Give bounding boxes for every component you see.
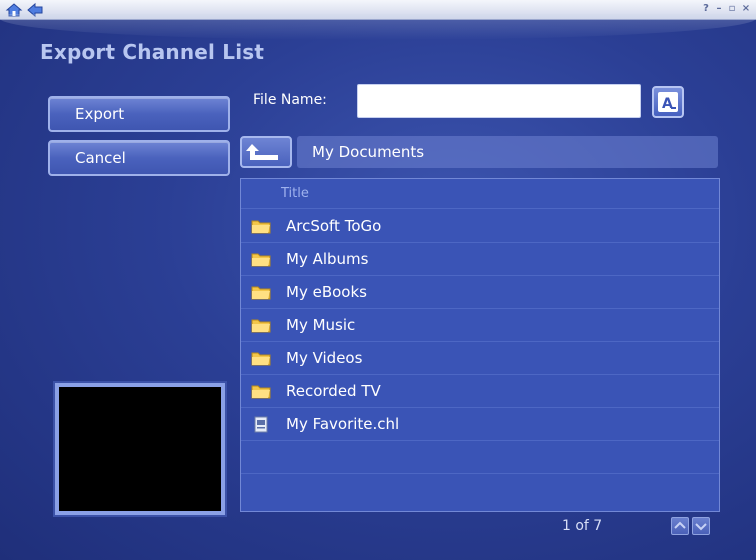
list-item[interactable]: My Videos [241,342,719,375]
page-counter: 1 of 7 [562,518,603,534]
list-item[interactable]: My Favorite.chl [241,408,719,441]
list-item[interactable]: My Music [241,309,719,342]
file-name-label: File Name: [253,92,327,108]
folder-icon [251,385,271,399]
file-list: Title ArcSoft ToGo My Albums My eBooks M… [240,178,720,512]
list-empty-row [241,474,719,507]
file-name-input[interactable] [357,84,641,118]
channel-file-icon [254,416,268,433]
keyboard-button[interactable]: A [652,86,684,118]
on-screen-keyboard-icon: A [658,92,678,112]
current-path: My Documents [297,136,718,168]
list-header-title[interactable]: Title [241,179,719,209]
list-item[interactable]: ArcSoft ToGo [241,210,719,243]
up-folder-button[interactable] [240,136,292,168]
list-item[interactable]: My eBooks [241,276,719,309]
export-button[interactable]: Export [48,96,230,132]
list-item[interactable]: My Albums [241,243,719,276]
page-up-button[interactable] [671,517,689,535]
cancel-button[interactable]: Cancel [48,140,230,176]
list-item[interactable]: Recorded TV [241,375,719,408]
chevron-down-icon [695,523,707,531]
page-down-button[interactable] [692,517,710,535]
list-item-label: ArcSoft ToGo [286,217,382,235]
preview-window [55,383,225,515]
folder-icon [251,286,271,300]
list-item-label: My Music [286,316,356,334]
folder-icon [251,352,271,366]
list-empty-row [241,441,719,474]
list-item-label: My Albums [286,250,369,268]
page-title: Export Channel List [40,40,265,64]
up-folder-arrow-icon [246,144,278,160]
folder-icon [251,220,271,234]
chevron-up-icon [674,521,686,529]
list-item-label: My Videos [286,349,363,367]
list-item-label: My eBooks [286,283,367,301]
title-bar-shadow [0,14,756,40]
svg-text:A: A [662,96,673,112]
list-item-label: Recorded TV [286,382,381,400]
folder-icon [251,253,271,267]
list-item-label: My Favorite.chl [286,415,400,433]
folder-icon [251,319,271,333]
